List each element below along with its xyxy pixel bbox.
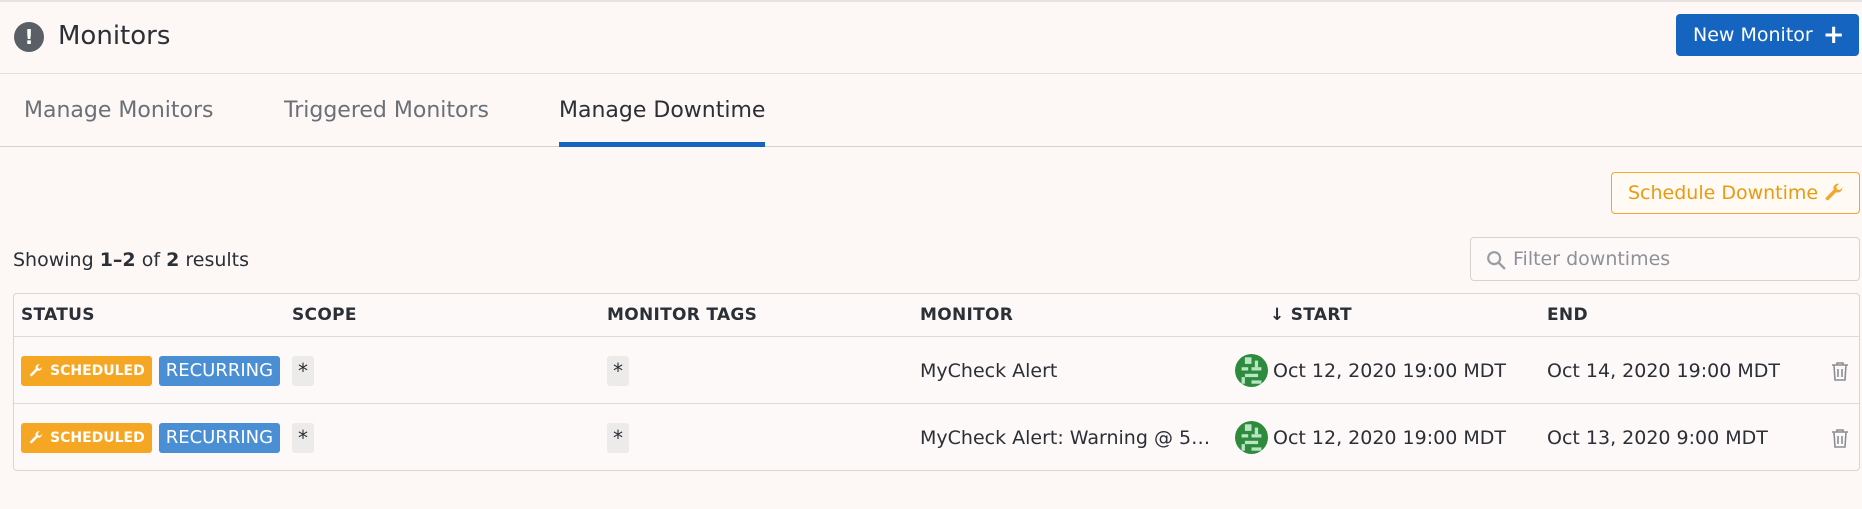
showing-range: 1–2 [99, 249, 136, 271]
delete-button[interactable] [1828, 337, 1852, 404]
start-time: Oct 12, 2020 19:00 MDT [1273, 426, 1506, 449]
scheduled-label: SCHEDULED [50, 362, 145, 379]
monitor-tag: * [607, 355, 629, 386]
tab-bar: Manage Monitors Triggered Monitors Manag… [0, 75, 1862, 147]
column-start[interactable]: ↓ START [1270, 294, 1352, 337]
sort-arrow-icon: ↓ [1270, 305, 1285, 325]
scope-tag: * [292, 355, 314, 386]
scheduled-badge: SCHEDULED [21, 422, 152, 453]
new-monitor-label: New Monitor [1693, 24, 1813, 46]
wrench-icon [29, 430, 43, 443]
showing-prefix: Showing [13, 249, 94, 271]
recurring-badge: RECURRING [158, 422, 281, 453]
search-icon [1487, 251, 1506, 270]
new-monitor-button[interactable]: New Monitor + [1676, 14, 1859, 56]
exclamation-circle-icon: ! [14, 22, 44, 52]
showing-total: 2 [166, 249, 180, 271]
column-start-label: START [1290, 305, 1352, 325]
scheduled-badge: SCHEDULED [21, 355, 152, 386]
scope-cell: * [292, 337, 314, 404]
recurring-badge: RECURRING [158, 355, 281, 386]
start-cell: Oct 12, 2020 19:00 MDT [1235, 404, 1506, 471]
table-row[interactable]: SCHEDULED RECURRING * * MyCheck Alert: W… [14, 404, 1859, 471]
trash-icon [1832, 361, 1848, 381]
monitor-tag: * [607, 422, 629, 453]
monitor-name[interactable]: MyCheck Alert: Warning @ 5… [920, 404, 1210, 471]
filter-downtimes [1470, 237, 1860, 281]
status-cell: SCHEDULED RECURRING [21, 404, 281, 471]
monitor-tags-cell: * [607, 404, 629, 471]
scope-cell: * [292, 404, 314, 471]
start-cell: Oct 12, 2020 19:00 MDT [1235, 337, 1506, 404]
showing-suffix: results [185, 249, 250, 271]
column-scope[interactable]: SCOPE [292, 294, 357, 337]
page-title: Monitors [58, 21, 171, 51]
column-monitor-tags[interactable]: MONITOR TAGS [607, 294, 757, 337]
start-time: Oct 12, 2020 19:00 MDT [1273, 359, 1506, 382]
scope-tag: * [292, 422, 314, 453]
tab-triggered-monitors[interactable]: Triggered Monitors [284, 75, 489, 147]
avatar [1235, 421, 1268, 454]
end-time: Oct 14, 2020 19:00 MDT [1547, 359, 1780, 382]
schedule-downtime-button[interactable]: Schedule Downtime [1611, 172, 1860, 214]
tab-manage-downtime[interactable]: Manage Downtime [559, 75, 766, 147]
end-time: Oct 13, 2020 9:00 MDT [1547, 426, 1768, 449]
page-header: ! Monitors New Monitor + [0, 2, 1862, 74]
trash-icon [1832, 428, 1848, 448]
monitor-tags-cell: * [607, 337, 629, 404]
scheduled-label: SCHEDULED [50, 429, 145, 446]
status-cell: SCHEDULED RECURRING [21, 337, 281, 404]
tab-manage-monitors[interactable]: Manage Monitors [24, 75, 213, 147]
table-row[interactable]: SCHEDULED RECURRING * * MyCheck Alert Oc… [14, 337, 1859, 404]
delete-button[interactable] [1828, 404, 1852, 471]
avatar [1235, 354, 1268, 387]
results-count: Showing 1–2 of 2 results [13, 246, 249, 274]
downtimes-table: STATUS SCOPE MONITOR TAGS MONITOR ↓ STAR… [13, 293, 1860, 471]
table-header: STATUS SCOPE MONITOR TAGS MONITOR ↓ STAR… [14, 294, 1859, 337]
wrench-icon [29, 363, 43, 376]
column-end[interactable]: END [1547, 294, 1588, 337]
wrench-icon [1825, 183, 1843, 201]
filter-downtimes-input[interactable] [1513, 244, 1843, 274]
showing-of: of [141, 249, 161, 271]
monitor-name[interactable]: MyCheck Alert [920, 337, 1057, 404]
plus-icon: + [1822, 20, 1845, 50]
schedule-downtime-label: Schedule Downtime [1628, 182, 1819, 204]
column-status[interactable]: STATUS [21, 294, 95, 337]
column-monitor[interactable]: MONITOR [920, 294, 1013, 337]
